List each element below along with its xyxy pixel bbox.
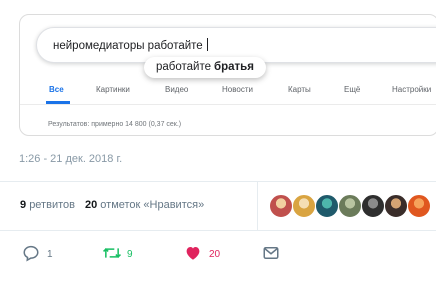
tweet-page: нейромедиаторы работайте работайте братья… <box>0 0 436 285</box>
tab-maps[interactable]: Карты <box>288 85 311 94</box>
retweet-button[interactable]: 9 <box>102 242 147 266</box>
liker-avatar[interactable] <box>361 194 385 218</box>
tweet-timestamp[interactable]: 1:26 - 21 дек. 2018 г. <box>19 153 122 165</box>
tab-more[interactable]: Ещё <box>344 85 360 94</box>
text-caret <box>206 38 208 51</box>
reply-count: 1 <box>47 249 53 260</box>
retweets-count: 9 <box>20 199 27 211</box>
tab-video[interactable]: Видео <box>165 85 188 94</box>
likes-count: 20 <box>84 199 98 211</box>
reply-icon <box>23 245 39 262</box>
tweet-actions: 1 9 20 <box>0 240 436 268</box>
heart-icon <box>186 247 200 260</box>
reply-button[interactable]: 1 <box>22 242 62 266</box>
search-query: нейромедиаторы работайте <box>53 38 208 52</box>
stats-separator <box>257 182 258 230</box>
tab-images[interactable]: Картинки <box>96 85 130 94</box>
divider <box>0 230 436 231</box>
message-button[interactable] <box>262 242 282 266</box>
retweet-count: 9 <box>127 249 133 260</box>
like-button[interactable]: 20 <box>184 242 229 266</box>
envelope-icon <box>263 247 279 259</box>
liker-avatar[interactable] <box>315 194 339 218</box>
suggestion-completion: братья <box>214 61 254 73</box>
likes-stat[interactable]: 20 отметок «Нравится» <box>85 199 204 211</box>
engagement-stats: 9 ретвитов 20 отметок «Нравится» <box>0 182 436 230</box>
tab-news[interactable]: Новости <box>222 85 253 94</box>
stats-text: 9 ретвитов 20 отметок «Нравится» <box>20 199 204 211</box>
suggestion-prefix: работайте <box>156 61 212 73</box>
liker-avatar[interactable] <box>269 194 293 218</box>
retweets-stat[interactable]: 9 ретвитов <box>20 199 75 211</box>
search-tabs: Все Картинки Видео Новости Карты Ещё Нас… <box>20 81 436 105</box>
liker-avatar[interactable] <box>338 194 362 218</box>
autocomplete-suggestion[interactable]: работайте братья <box>144 57 266 78</box>
likes-label: отметок «Нравится» <box>100 199 205 211</box>
liker-avatar[interactable] <box>384 194 408 218</box>
search-screenshot: нейромедиаторы работайте работайте братья… <box>19 14 436 136</box>
tab-all[interactable]: Все <box>49 85 64 94</box>
tab-settings[interactable]: Настройки <box>392 85 431 94</box>
retweets-label: ретвитов <box>29 199 75 211</box>
liker-avatar[interactable] <box>407 194 431 218</box>
results-count: Результатов: примерно 14 800 (0,37 сек.) <box>48 121 182 128</box>
active-tab-indicator <box>46 101 70 104</box>
liker-avatar[interactable] <box>292 194 316 218</box>
like-count: 20 <box>209 249 221 260</box>
retweet-icon <box>102 248 122 258</box>
